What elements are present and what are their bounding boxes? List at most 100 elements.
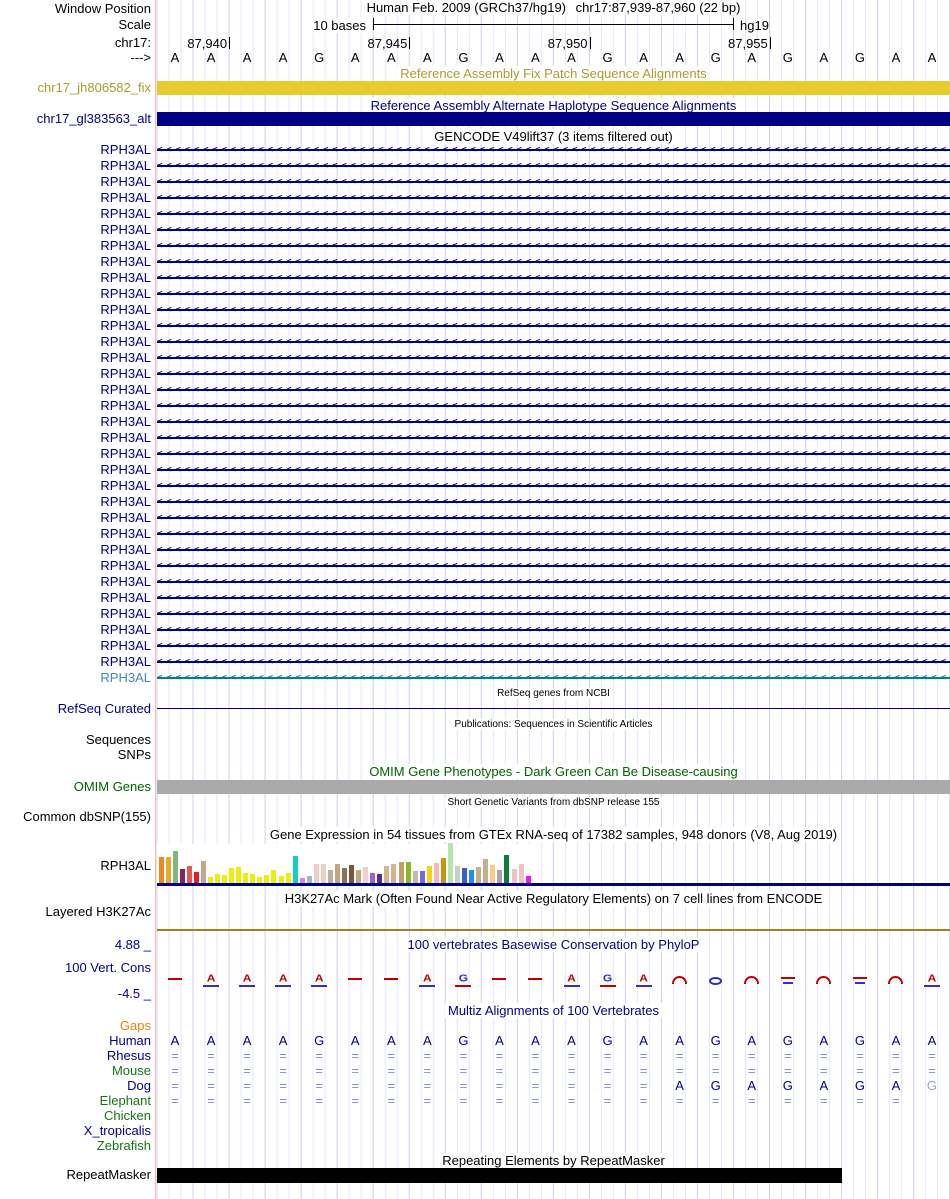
gencode-gene-label[interactable]: RPH3AL bbox=[0, 287, 151, 301]
gtex-bar[interactable] bbox=[214, 874, 220, 883]
gtex-bar[interactable] bbox=[391, 864, 397, 883]
omim-genes-label[interactable]: OMIM Genes bbox=[0, 780, 151, 794]
gencode-gene-row[interactable]: <<<<<<<<<<<<<<<<<<<<<<<<<<<<<<<<<<<<<<<<… bbox=[157, 430, 950, 446]
gencode-gene-label[interactable]: RPH3AL bbox=[0, 575, 151, 589]
gencode-gene-label[interactable]: RPH3AL bbox=[0, 159, 151, 173]
dbsnp-label[interactable]: Common dbSNP(155) bbox=[0, 810, 151, 824]
gencode-gene-row[interactable]: <<<<<<<<<<<<<<<<<<<<<<<<<<<<<<<<<<<<<<<<… bbox=[157, 542, 950, 558]
gtex-bar[interactable] bbox=[511, 869, 517, 883]
gencode-gene-label[interactable]: RPH3AL bbox=[0, 639, 151, 653]
gtex-bar[interactable] bbox=[363, 867, 369, 883]
gencode-gene-label[interactable]: RPH3AL bbox=[0, 415, 151, 429]
gtex-bar[interactable] bbox=[440, 858, 446, 883]
gencode-gene-label[interactable]: RPH3AL bbox=[0, 511, 151, 525]
repeatmasker-bar[interactable] bbox=[157, 1168, 842, 1183]
gencode-gene-label[interactable]: RPH3AL bbox=[0, 319, 151, 333]
gencode-gene-label[interactable]: RPH3AL bbox=[0, 399, 151, 413]
gencode-gene-label[interactable]: RPH3AL bbox=[0, 623, 151, 637]
gtex-bar[interactable] bbox=[327, 870, 333, 883]
gtex-bar[interactable] bbox=[278, 876, 284, 883]
gencode-gene-label[interactable]: RPH3AL bbox=[0, 527, 151, 541]
gtex-bar[interactable] bbox=[313, 864, 319, 883]
gencode-gene-row[interactable]: <<<<<<<<<<<<<<<<<<<<<<<<<<<<<<<<<<<<<<<<… bbox=[157, 462, 950, 478]
gtex-bar[interactable] bbox=[285, 873, 291, 883]
gencode-gene-label[interactable]: RPH3AL bbox=[0, 431, 151, 445]
gencode-gene-row[interactable]: <<<<<<<<<<<<<<<<<<<<<<<<<<<<<<<<<<<<<<<<… bbox=[157, 222, 950, 238]
refseq-curated-line[interactable] bbox=[157, 708, 950, 709]
alt-haplotype-bar[interactable] bbox=[157, 112, 950, 126]
multiz-row-label[interactable]: Elephant bbox=[0, 1094, 151, 1108]
gencode-gene-label[interactable]: RPH3AL bbox=[0, 607, 151, 621]
gencode-gene-row[interactable]: <<<<<<<<<<<<<<<<<<<<<<<<<<<<<<<<<<<<<<<<… bbox=[157, 286, 950, 302]
gencode-gene-label[interactable]: RPH3AL bbox=[0, 239, 151, 253]
gtex-bar[interactable] bbox=[264, 875, 270, 883]
gencode-gene-label[interactable]: RPH3AL bbox=[0, 383, 151, 397]
gtex-bar[interactable] bbox=[320, 864, 326, 883]
gencode-gene-row[interactable]: <<<<<<<<<<<<<<<<<<<<<<<<<<<<<<<<<<<<<<<<… bbox=[157, 190, 950, 206]
gtex-bar[interactable] bbox=[236, 867, 242, 883]
h3k27ac-label[interactable]: Layered H3K27Ac bbox=[0, 905, 151, 919]
gtex-bar[interactable] bbox=[433, 863, 439, 883]
gencode-gene-row[interactable]: <<<<<<<<<<<<<<<<<<<<<<<<<<<<<<<<<<<<<<<<… bbox=[157, 382, 950, 398]
multiz-row-label[interactable]: Gaps bbox=[0, 1019, 151, 1033]
gencode-gene-label[interactable]: RPH3AL bbox=[0, 351, 151, 365]
gtex-bar[interactable] bbox=[483, 859, 489, 883]
gtex-bar[interactable] bbox=[335, 864, 340, 883]
gencode-gene-row[interactable]: <<<<<<<<<<<<<<<<<<<<<<<<<<<<<<<<<<<<<<<<… bbox=[157, 254, 950, 270]
gtex-bar[interactable] bbox=[525, 876, 531, 883]
gencode-gene-label[interactable]: RPH3AL bbox=[0, 655, 151, 669]
multiz-row-label[interactable]: X_tropicalis bbox=[0, 1124, 151, 1138]
multiz-row-label[interactable]: Mouse bbox=[0, 1064, 151, 1078]
gencode-gene-row[interactable]: <<<<<<<<<<<<<<<<<<<<<<<<<<<<<<<<<<<<<<<<… bbox=[157, 526, 950, 542]
gtex-bar[interactable] bbox=[250, 874, 256, 883]
gtex-bar[interactable] bbox=[306, 876, 312, 883]
gencode-gene-label[interactable]: RPH3AL bbox=[0, 543, 151, 557]
gencode-gene-row[interactable]: <<<<<<<<<<<<<<<<<<<<<<<<<<<<<<<<<<<<<<<<… bbox=[157, 238, 950, 254]
multiz-row-label[interactable]: Rhesus bbox=[0, 1049, 151, 1063]
gencode-gene-row[interactable]: <<<<<<<<<<<<<<<<<<<<<<<<<<<<<<<<<<<<<<<<… bbox=[157, 446, 950, 462]
gtex-bar[interactable] bbox=[172, 851, 178, 883]
gencode-gene-row[interactable]: <<<<<<<<<<<<<<<<<<<<<<<<<<<<<<<<<<<<<<<<… bbox=[157, 670, 950, 686]
gencode-gene-row[interactable]: <<<<<<<<<<<<<<<<<<<<<<<<<<<<<<<<<<<<<<<<… bbox=[157, 606, 950, 622]
gencode-gene-label[interactable]: RPH3AL bbox=[0, 207, 151, 221]
gencode-gene-label[interactable]: RPH3AL bbox=[0, 367, 151, 381]
gtex-bar[interactable] bbox=[426, 866, 432, 883]
gencode-gene-row[interactable]: <<<<<<<<<<<<<<<<<<<<<<<<<<<<<<<<<<<<<<<<… bbox=[157, 622, 950, 638]
gencode-gene-row[interactable]: <<<<<<<<<<<<<<<<<<<<<<<<<<<<<<<<<<<<<<<<… bbox=[157, 366, 950, 382]
repeatmasker-label[interactable]: RepeatMasker bbox=[0, 1168, 151, 1182]
gtex-bar[interactable] bbox=[377, 874, 383, 883]
gencode-gene-label[interactable]: RPH3AL bbox=[0, 335, 151, 349]
gencode-gene-label[interactable]: RPH3AL bbox=[0, 191, 151, 205]
gtex-bar[interactable] bbox=[455, 866, 461, 883]
gtex-bar[interactable] bbox=[469, 870, 475, 883]
gencode-gene-row[interactable]: <<<<<<<<<<<<<<<<<<<<<<<<<<<<<<<<<<<<<<<<… bbox=[157, 574, 950, 590]
gtex-bar[interactable] bbox=[243, 873, 249, 883]
gencode-gene-row[interactable]: <<<<<<<<<<<<<<<<<<<<<<<<<<<<<<<<<<<<<<<<… bbox=[157, 206, 950, 222]
alt-haplotype-label[interactable]: chr17_gl383563_alt bbox=[0, 112, 151, 126]
gencode-gene-label[interactable]: RPH3AL bbox=[0, 175, 151, 189]
multiz-row-label[interactable]: Human bbox=[0, 1034, 151, 1048]
gencode-gene-row[interactable]: <<<<<<<<<<<<<<<<<<<<<<<<<<<<<<<<<<<<<<<<… bbox=[157, 398, 950, 414]
gencode-gene-label[interactable]: RPH3AL bbox=[0, 479, 151, 493]
gencode-gene-label[interactable]: RPH3AL bbox=[0, 255, 151, 269]
gtex-bar[interactable] bbox=[222, 875, 228, 883]
phylop-label[interactable]: 100 Vert. Cons bbox=[0, 961, 151, 975]
gtex-bar[interactable] bbox=[490, 865, 496, 883]
gencode-gene-row[interactable]: <<<<<<<<<<<<<<<<<<<<<<<<<<<<<<<<<<<<<<<<… bbox=[157, 302, 950, 318]
gencode-gene-row[interactable]: <<<<<<<<<<<<<<<<<<<<<<<<<<<<<<<<<<<<<<<<… bbox=[157, 270, 950, 286]
gencode-gene-label[interactable]: RPH3AL bbox=[0, 143, 151, 157]
gtex-bar[interactable] bbox=[370, 873, 376, 883]
gencode-gene-row[interactable]: <<<<<<<<<<<<<<<<<<<<<<<<<<<<<<<<<<<<<<<<… bbox=[157, 174, 950, 190]
gencode-gene-row[interactable]: <<<<<<<<<<<<<<<<<<<<<<<<<<<<<<<<<<<<<<<<… bbox=[157, 414, 950, 430]
gencode-gene-row[interactable]: <<<<<<<<<<<<<<<<<<<<<<<<<<<<<<<<<<<<<<<<… bbox=[157, 334, 950, 350]
gtex-bar[interactable] bbox=[179, 869, 185, 883]
gtex-bar[interactable] bbox=[476, 867, 482, 883]
gencode-gene-label[interactable]: RPH3AL bbox=[0, 591, 151, 605]
gtex-bar[interactable] bbox=[200, 861, 206, 883]
gencode-gene-row[interactable]: <<<<<<<<<<<<<<<<<<<<<<<<<<<<<<<<<<<<<<<<… bbox=[157, 478, 950, 494]
gtex-bar[interactable] bbox=[384, 866, 390, 883]
gtex-bar[interactable] bbox=[356, 870, 362, 883]
refseq-curated-label[interactable]: RefSeq Curated bbox=[0, 702, 151, 716]
gencode-gene-label[interactable]: RPH3AL bbox=[0, 671, 151, 685]
gencode-gene-row[interactable]: <<<<<<<<<<<<<<<<<<<<<<<<<<<<<<<<<<<<<<<<… bbox=[157, 510, 950, 526]
